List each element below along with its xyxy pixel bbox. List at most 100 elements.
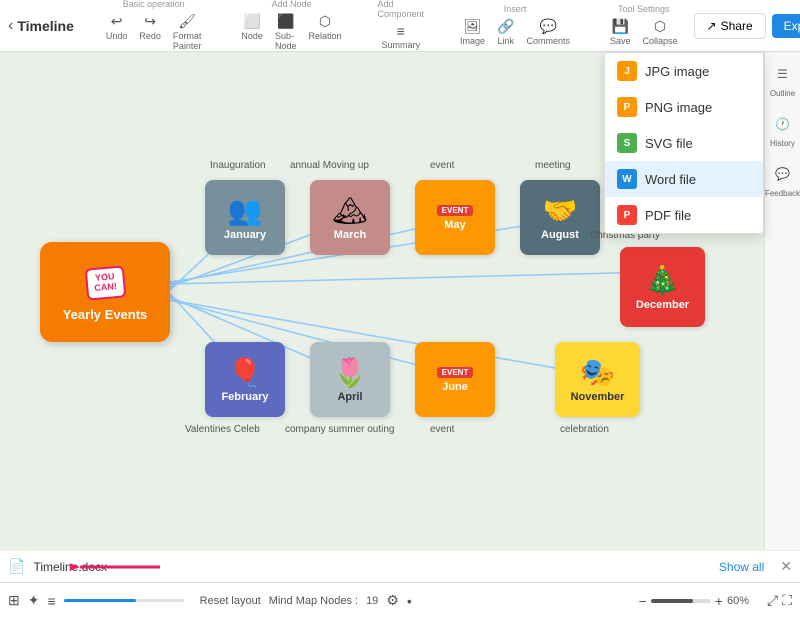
node-may[interactable]: EVENT May bbox=[415, 180, 495, 255]
feedback-sidebar-item[interactable]: 💬 Feedback bbox=[765, 160, 800, 198]
svg-label: SVG file bbox=[645, 136, 693, 151]
central-node-icon: YOUCAN! bbox=[80, 263, 130, 303]
export-word-item[interactable]: W Word file bbox=[605, 161, 763, 197]
progress-fill bbox=[64, 599, 136, 602]
central-node[interactable]: YOUCAN! Yearly Events bbox=[40, 242, 170, 342]
mind-map-label: Mind Map Nodes : bbox=[269, 595, 358, 607]
march-top-label: annual Moving up bbox=[290, 160, 369, 171]
back-button[interactable]: ‹ bbox=[8, 14, 13, 38]
group-label-insert: Insert bbox=[504, 4, 527, 14]
pdf-label: PDF file bbox=[645, 208, 691, 223]
save-button[interactable]: 💾Save bbox=[606, 16, 635, 48]
export-dropdown: J JPG image P PNG image S SVG file W Wor… bbox=[604, 52, 764, 234]
history-label: History bbox=[770, 140, 795, 148]
fit-width-icon[interactable]: ⤢ bbox=[767, 592, 778, 609]
word-label: Word file bbox=[645, 172, 696, 187]
bottom-star-icon[interactable]: ✦ bbox=[28, 592, 40, 609]
progress-bar bbox=[64, 599, 184, 602]
bottom-list-icon[interactable]: ≡ bbox=[47, 593, 55, 609]
history-icon: 🕐 bbox=[769, 110, 797, 138]
export-jpg-item[interactable]: J JPG image bbox=[605, 53, 763, 89]
jpg-label: JPG image bbox=[645, 64, 709, 79]
node-january[interactable]: 👥 January bbox=[205, 180, 285, 255]
download-filename: Timeline.docx bbox=[33, 560, 107, 574]
download-close-button[interactable]: ✕ bbox=[780, 558, 792, 575]
outline-sidebar-item[interactable]: ☰ Outline bbox=[769, 60, 797, 98]
summary-button[interactable]: ≡Summary bbox=[377, 21, 424, 52]
comments-button[interactable]: 💬Comments bbox=[522, 16, 574, 48]
zoom-minus-button[interactable]: − bbox=[639, 593, 647, 609]
november-icon: 🎭 bbox=[580, 356, 615, 389]
zoom-percent: 60% bbox=[727, 595, 759, 607]
june-label: June bbox=[442, 381, 468, 393]
outline-label: Outline bbox=[770, 90, 795, 98]
january-label: January bbox=[224, 229, 266, 241]
format-painter-button[interactable]: 🖌Format Painter bbox=[169, 11, 206, 53]
collapse-button[interactable]: ⬡Collapse bbox=[639, 16, 682, 48]
jpg-icon: J bbox=[617, 61, 637, 81]
share-button[interactable]: ↗ Share bbox=[694, 13, 766, 39]
may-top-label: event bbox=[430, 160, 454, 171]
toolbar: ‹ Timeline Basic operation ↩Undo ↪Redo 🖌… bbox=[0, 0, 800, 52]
link-button[interactable]: 🔗Link bbox=[493, 16, 518, 48]
word-icon: W bbox=[617, 169, 637, 189]
group-label-basic: Basic operation bbox=[123, 0, 185, 9]
svg-icon: S bbox=[617, 133, 637, 153]
feedback-icon: 💬 bbox=[769, 160, 797, 188]
node-november[interactable]: 🎭 November bbox=[555, 342, 640, 417]
reset-layout-button[interactable]: Reset layout bbox=[200, 595, 261, 607]
august-top-label: meeting bbox=[535, 160, 571, 171]
history-sidebar-item[interactable]: 🕐 History bbox=[769, 110, 797, 148]
toolbar-right: ↗ Share Export ↑ bbox=[694, 13, 800, 39]
zoom-slider[interactable] bbox=[651, 599, 711, 603]
toolbar-group-addnode: Add Node ⬜Node ⬛Sub-Node ⬡Relation bbox=[237, 0, 345, 53]
feedback-label: Feedback bbox=[765, 190, 800, 198]
node-march[interactable]: 🏔 March bbox=[310, 180, 390, 255]
redo-button[interactable]: ↪Redo bbox=[135, 11, 165, 53]
zoom-plus-button[interactable]: + bbox=[715, 593, 723, 609]
zoom-controls: − + 60% bbox=[639, 593, 759, 609]
png-label: PNG image bbox=[645, 100, 712, 115]
fit-icons: ⤢ ⛶ bbox=[767, 592, 792, 609]
show-all-button[interactable]: Show all bbox=[719, 560, 764, 574]
january-top-label: Inauguration bbox=[210, 160, 266, 171]
central-node-label: Yearly Events bbox=[63, 307, 148, 322]
december-label: December bbox=[636, 299, 689, 311]
export-label: Export bbox=[784, 19, 800, 33]
node-february[interactable]: 🎈 February bbox=[205, 342, 285, 417]
may-event-badge: EVENT bbox=[437, 205, 474, 216]
node-button[interactable]: ⬜Node bbox=[237, 11, 267, 53]
april-icon: 🌷 bbox=[333, 356, 368, 389]
png-icon: P bbox=[617, 97, 637, 117]
undo-button[interactable]: ↩Undo bbox=[102, 11, 132, 53]
export-button[interactable]: Export ↑ bbox=[772, 14, 800, 38]
bottom-grid-icon[interactable]: ⊞ bbox=[8, 592, 20, 609]
download-file-icon: 📄 bbox=[8, 558, 25, 575]
right-sidebar: ☰ Outline 🕐 History 💬 Feedback bbox=[764, 52, 800, 618]
march-icon: 🏔 bbox=[332, 194, 368, 227]
export-svg-item[interactable]: S SVG file bbox=[605, 125, 763, 161]
share-label: Share bbox=[721, 19, 753, 33]
february-label: February bbox=[221, 391, 268, 403]
fit-screen-icon[interactable]: ⛶ bbox=[782, 592, 792, 609]
export-png-item[interactable]: P PNG image bbox=[605, 89, 763, 125]
settings-icon[interactable]: ⚙ bbox=[386, 592, 399, 609]
august-icon: 🤝 bbox=[543, 194, 578, 227]
node-august[interactable]: 🤝 August bbox=[520, 180, 600, 255]
node-june[interactable]: EVENT June bbox=[415, 342, 495, 417]
image-button[interactable]: 🖼Image bbox=[456, 16, 489, 48]
node-december[interactable]: 🎄 December bbox=[620, 247, 705, 327]
relation-button[interactable]: ⬡Relation bbox=[304, 11, 345, 53]
export-pdf-item[interactable]: P PDF file bbox=[605, 197, 763, 233]
june-event-badge: EVENT bbox=[437, 367, 474, 378]
toolbar-group-addcomponent: Add Component ≡Summary bbox=[377, 0, 424, 52]
node-april[interactable]: 🌷 April bbox=[310, 342, 390, 417]
outline-icon: ☰ bbox=[769, 60, 797, 88]
december-icon: 🎄 bbox=[645, 264, 680, 297]
group-label-addcomponent: Add Component bbox=[377, 0, 424, 19]
january-icon: 👥 bbox=[228, 194, 263, 227]
toolbar-group-insert: Insert 🖼Image 🔗Link 💬Comments bbox=[456, 4, 574, 48]
november-label: November bbox=[571, 391, 625, 403]
april-label: April bbox=[337, 391, 362, 403]
subnode-button[interactable]: ⬛Sub-Node bbox=[271, 11, 301, 53]
